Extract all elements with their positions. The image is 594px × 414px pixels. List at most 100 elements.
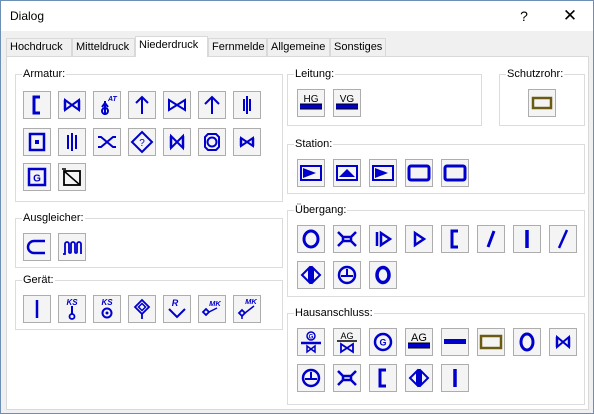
arrow-up-icon bbox=[135, 95, 149, 114]
uebergang-button-5[interactable] bbox=[441, 225, 469, 253]
diamond-target-icon bbox=[133, 298, 151, 319]
armatur-button-4[interactable] bbox=[128, 91, 156, 119]
uebergang-button-1[interactable] bbox=[297, 225, 325, 253]
armatur-button-2[interactable] bbox=[58, 91, 86, 119]
armatur-button-10[interactable] bbox=[93, 128, 121, 156]
vertical-bar-icon bbox=[453, 369, 457, 387]
uebergang-button-8[interactable] bbox=[549, 225, 577, 253]
uebergang-button-2[interactable] bbox=[333, 225, 361, 253]
station-button-4[interactable] bbox=[405, 159, 433, 187]
armatur-button-5[interactable] bbox=[163, 91, 191, 119]
valve-bowtie-small-icon bbox=[239, 136, 255, 148]
geraet-button-3[interactable]: KS bbox=[93, 295, 121, 323]
group-label-ausgleicher: Ausgleicher: bbox=[22, 212, 85, 225]
dialog-window: Dialog ? ✕ Hochdruck Mitteldruck Niederd… bbox=[0, 0, 594, 414]
bracket-open-icon bbox=[450, 229, 458, 249]
uebergang-button-7[interactable] bbox=[513, 225, 541, 253]
ag-valve-icon: AG bbox=[337, 331, 357, 354]
leitung-button-hg[interactable]: HG bbox=[297, 89, 325, 117]
armatur-button-16[interactable] bbox=[58, 163, 86, 191]
tab-allgemeine[interactable]: Allgemeine bbox=[267, 38, 330, 56]
station-triangle-up-icon bbox=[336, 165, 358, 181]
help-icon: ? bbox=[520, 8, 528, 24]
station-rect-icon bbox=[443, 164, 467, 182]
hausanschluss-button-11[interactable] bbox=[369, 364, 397, 392]
armatur-button-12[interactable] bbox=[163, 128, 191, 156]
uebergang-button-4[interactable] bbox=[405, 225, 433, 253]
g-label: G bbox=[33, 174, 41, 185]
tab-sonstiges[interactable]: Sonstiges bbox=[330, 38, 386, 56]
hausanschluss-button-13[interactable] bbox=[441, 364, 469, 392]
group-label-hausanschluss: Hausanschluss: bbox=[294, 307, 374, 320]
geraet-button-2[interactable]: KS bbox=[58, 295, 86, 323]
uebergang-button-9[interactable] bbox=[297, 261, 325, 289]
leitung-button-vg[interactable]: VG bbox=[333, 89, 361, 117]
hausanschluss-button-4[interactable]: AG bbox=[405, 328, 433, 356]
valve-bowtie-icon bbox=[63, 98, 81, 112]
wave-compensator-icon bbox=[63, 241, 82, 255]
g-label: G bbox=[379, 338, 386, 348]
double-bar-icon bbox=[243, 96, 251, 114]
valve-bowtie-icon bbox=[169, 133, 185, 151]
reducer-icon bbox=[337, 231, 357, 247]
armatur-button-11[interactable]: ? bbox=[128, 128, 156, 156]
armatur-button-13[interactable] bbox=[198, 128, 226, 156]
hausanschluss-button-10[interactable] bbox=[333, 364, 361, 392]
armatur-button-14[interactable] bbox=[233, 128, 261, 156]
hausanschluss-button-7[interactable] bbox=[513, 328, 541, 356]
hausanschluss-button-9[interactable] bbox=[297, 364, 325, 392]
station-triangle-right-icon bbox=[300, 165, 322, 181]
uebergang-button-3[interactable] bbox=[369, 225, 397, 253]
close-button[interactable]: ✕ bbox=[547, 1, 593, 31]
station-button-2[interactable] bbox=[333, 159, 361, 187]
ring-icon bbox=[302, 229, 320, 249]
reducer-icon bbox=[337, 370, 357, 386]
armatur-button-9[interactable] bbox=[58, 128, 86, 156]
group-uebergang: Übergang: bbox=[287, 204, 585, 297]
ausgleicher-button-2[interactable] bbox=[58, 233, 86, 261]
geraet-button-6[interactable]: MK bbox=[198, 295, 226, 323]
station-button-1[interactable] bbox=[297, 159, 325, 187]
armatur-button-1[interactable] bbox=[23, 91, 51, 119]
armatur-button-7[interactable] bbox=[233, 91, 261, 119]
mk-label: MK bbox=[245, 297, 257, 306]
play-outline-icon bbox=[413, 230, 427, 248]
hausanschluss-button-3[interactable]: G bbox=[369, 328, 397, 356]
schutzrohr-button-1[interactable] bbox=[528, 89, 556, 117]
armatur-button-8[interactable] bbox=[23, 128, 51, 156]
double-triangle-icon bbox=[300, 265, 322, 285]
ausgleicher-button-1[interactable] bbox=[23, 233, 51, 261]
help-button[interactable]: ? bbox=[501, 1, 547, 31]
hausanschluss-button-1[interactable]: G bbox=[297, 328, 325, 356]
geraet-button-5[interactable]: R bbox=[163, 295, 191, 323]
group-schutzrohr: Schutzrohr: bbox=[499, 68, 585, 126]
tab-mitteldruck[interactable]: Mitteldruck bbox=[72, 38, 135, 56]
svg-text:?: ? bbox=[139, 138, 145, 149]
olive-rect-icon bbox=[479, 334, 503, 350]
armatur-button-6[interactable] bbox=[198, 91, 226, 119]
group-label-schutzrohr: Schutzrohr: bbox=[506, 68, 565, 81]
uebergang-button-6[interactable] bbox=[477, 225, 505, 253]
station-button-5[interactable] bbox=[441, 159, 469, 187]
gas-box-g-icon: G bbox=[27, 167, 47, 187]
valve-bracket-icon bbox=[98, 136, 116, 148]
geraet-button-1[interactable] bbox=[23, 295, 51, 323]
group-leitung: Leitung: HG VG bbox=[287, 68, 482, 126]
tab-niederdruck[interactable]: Niederdruck bbox=[135, 36, 208, 57]
hausanschluss-button-12[interactable] bbox=[405, 364, 433, 392]
uebergang-button-11[interactable] bbox=[369, 261, 397, 289]
armatur-button-15[interactable]: G bbox=[23, 163, 51, 191]
station-triangle-right-icon bbox=[372, 165, 394, 181]
tab-hochdruck[interactable]: Hochdruck bbox=[6, 38, 72, 56]
uebergang-button-10[interactable] bbox=[333, 261, 361, 289]
geraet-button-4[interactable] bbox=[128, 295, 156, 323]
station-button-3[interactable] bbox=[369, 159, 397, 187]
circle-g-icon: G bbox=[373, 332, 393, 352]
geraet-button-7[interactable]: MK bbox=[233, 295, 261, 323]
armatur-button-3[interactable]: AT bbox=[93, 91, 121, 119]
hausanschluss-button-5[interactable] bbox=[441, 328, 469, 356]
hausanschluss-button-6[interactable] bbox=[477, 328, 505, 356]
tab-fernmelde[interactable]: Fernmelde bbox=[208, 38, 267, 56]
hausanschluss-button-8[interactable] bbox=[549, 328, 577, 356]
hausanschluss-button-2[interactable]: AG bbox=[333, 328, 361, 356]
